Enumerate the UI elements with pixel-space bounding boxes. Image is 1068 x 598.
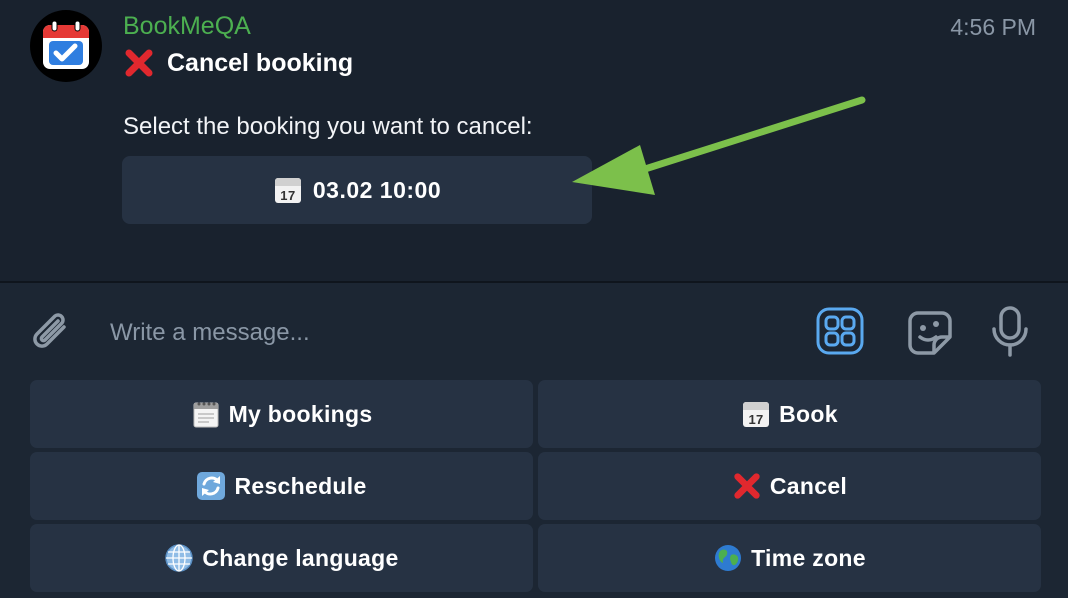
- refresh-icon: [196, 471, 226, 501]
- paperclip-icon[interactable]: [28, 307, 74, 362]
- bot-menu-icon[interactable]: [816, 307, 864, 360]
- booking-option-button[interactable]: 17 03.02 10:00: [122, 156, 592, 224]
- spiral-calendar-icon: [191, 399, 221, 429]
- message-title: Cancel booking: [123, 47, 353, 79]
- message-composer: [0, 283, 1068, 379]
- time-zone-label: Time zone: [751, 544, 866, 571]
- svg-text:17: 17: [749, 412, 764, 427]
- change-language-button[interactable]: Change language: [30, 524, 533, 592]
- cancel-label: Cancel: [769, 472, 848, 499]
- message-body: Select the booking you want to cancel:: [123, 113, 533, 140]
- message-title-text: Cancel booking: [167, 48, 354, 77]
- sender-name[interactable]: BookMeQA: [123, 12, 251, 41]
- microphone-icon[interactable]: [990, 305, 1030, 364]
- calendar-icon: 17: [273, 175, 303, 205]
- reschedule-label: Reschedule: [234, 472, 367, 499]
- message-time: 4:56 PM: [950, 14, 1036, 40]
- message-input[interactable]: [110, 313, 770, 353]
- my-bookings-button[interactable]: My bookings: [30, 380, 533, 448]
- time-zone-button[interactable]: Time zone: [538, 524, 1041, 592]
- annotation-arrow: [572, 96, 866, 195]
- globe-earth-icon: [713, 543, 743, 573]
- reply-keyboard: My bookings 17 Book Reschedule Cancel Ch…: [0, 379, 1068, 598]
- booking-option-label: 03.02 10:00: [312, 176, 442, 203]
- my-bookings-label: My bookings: [228, 400, 373, 427]
- cross-mark-icon: [123, 47, 155, 79]
- bot-avatar[interactable]: [30, 10, 102, 82]
- svg-text:17: 17: [280, 188, 295, 203]
- globe-meridians-icon: [164, 543, 194, 573]
- change-language-label: Change language: [202, 544, 399, 571]
- cross-mark-icon: [732, 471, 762, 501]
- cancel-button[interactable]: Cancel: [538, 452, 1041, 520]
- sticker-icon[interactable]: [904, 307, 956, 364]
- reschedule-button[interactable]: Reschedule: [30, 452, 533, 520]
- chat-area: BookMeQA 4:56 PM Cancel booking Select t…: [0, 0, 1068, 281]
- book-button[interactable]: 17 Book: [538, 380, 1041, 448]
- calendar-check-icon: [43, 20, 89, 69]
- calendar-icon: 17: [741, 399, 771, 429]
- book-label: Book: [779, 400, 838, 427]
